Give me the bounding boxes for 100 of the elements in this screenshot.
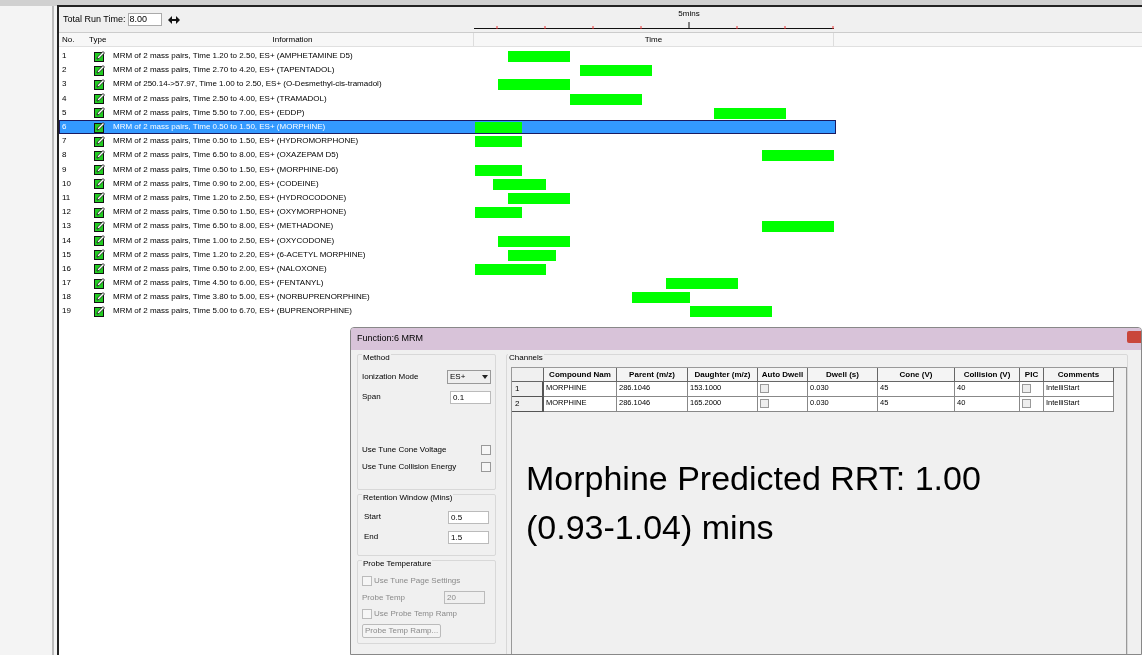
row-number: 12 <box>61 206 72 219</box>
column-header[interactable]: Compound Nam <box>544 368 617 382</box>
row-number: 18 <box>61 291 72 304</box>
column-header[interactable]: Type <box>87 33 112 46</box>
function-row[interactable]: 13 MRM of 2 mass pairs, Time 6.50 to 8.00, ES+ (METHADONE) <box>59 219 836 234</box>
edit-icon <box>94 78 105 90</box>
function-row[interactable]: 15 MRM of 2 mass pairs, Time 1.20 to 2.20, ES+ (6-ACETYL MORPHINE) <box>59 247 836 262</box>
function-row[interactable]: 9 MRM of 2 mass pairs, Time 0.50 to 1.50, ES+ (MORPHINE-D6) <box>59 162 836 177</box>
column-header[interactable]: Time <box>474 33 834 46</box>
dropdown-arrow-icon <box>482 375 488 379</box>
function-row[interactable]: 7 MRM of 2 mass pairs, Time 0.50 to 1.50, ES+ (HYDROMORPHONE) <box>59 134 836 149</box>
function-row[interactable]: 11 MRM of 2 mass pairs, Time 1.20 to 2.50, ES+ (HYDROCODONE) <box>59 190 836 206</box>
input-field[interactable]: 1.5 <box>448 530 489 544</box>
function-row[interactable]: 17 MRM of 2 mass pairs, Time 4.50 to 6.00, ES+ (FENTANYL) <box>59 276 836 291</box>
function-info: MRM of 250.14->57.97, Time 1.00 to 2.50, ES+ (O-Desmethyl-cis-tramadol) <box>113 78 383 91</box>
edit-icon <box>94 192 105 204</box>
run-time-label: Total Run Time: <box>63 12 126 26</box>
function-row[interactable]: 14 MRM of 2 mass pairs, Time 1.00 to 2.50, ES+ (OXYCODONE) <box>59 233 836 248</box>
function-row[interactable]: 16 MRM of 2 mass pairs, Time 0.50 to 2.00, ES+ (NALOXONE) <box>59 261 836 276</box>
column-header[interactable]: Cone (V) <box>878 368 955 382</box>
function-row[interactable]: 4 MRM of 2 mass pairs, Time 2.50 to 4.00, ES+ (TRAMADOL) <box>59 91 836 106</box>
input-field[interactable]: 0.5 <box>448 510 489 524</box>
edit-icon <box>94 50 105 62</box>
function-info: MRM of 2 mass pairs, Time 1.20 to 2.20, ES+ (6-ACETYL MORPHINE) <box>113 248 367 261</box>
group-label: Probe Temperature <box>362 558 433 570</box>
function-info: MRM of 2 mass pairs, Time 0.50 to 1.50, ES+ (OXYMORPHONE) <box>113 206 348 219</box>
function-info: MRM of 2 mass pairs, Time 3.80 to 5.00, ES+ (NORBUPRENORPHINE) <box>113 291 371 304</box>
field-label: Probe Temp <box>362 591 405 604</box>
function-row[interactable]: 12 MRM of 2 mass pairs, Time 0.50 to 1.50, ES+ (OXYMORPHONE) <box>59 205 836 220</box>
time-bar <box>666 278 738 290</box>
time-bar <box>493 178 546 190</box>
function-row[interactable]: 5 MRM of 2 mass pairs, Time 5.50 to 7.00, ES+ (EDDP) <box>59 105 836 120</box>
function-info: MRM of 2 mass pairs, Time 6.50 to 8.00, ES+ (METHADONE) <box>113 220 335 233</box>
time-bar <box>507 51 570 63</box>
function-info: MRM of 2 mass pairs, Time 0.50 to 1.50, ES+ (HYDROMORPHONE) <box>113 135 360 148</box>
overlay-note: Morphine Predicted RRT: 1.00 (0.93-1.04) mins <box>526 458 982 548</box>
function-info: MRM of 2 mass pairs, Time 1.20 to 2.50, ES+ (HYDROCODONE) <box>113 191 348 204</box>
row-header[interactable]: 1 <box>512 382 544 397</box>
checkbox[interactable] <box>481 444 491 455</box>
input-field[interactable]: 0.1 <box>450 390 491 404</box>
row-number: 7 <box>61 135 68 148</box>
column-header[interactable]: PIC <box>1020 368 1044 382</box>
group-label: Retention Window (Mins) <box>362 492 454 504</box>
column-header[interactable]: Collision (V) <box>955 368 1020 382</box>
checkbox[interactable] <box>1022 384 1031 393</box>
row-number: 1 <box>61 50 68 63</box>
row-number: 14 <box>61 234 72 247</box>
time-bar <box>498 79 570 91</box>
function-info: MRM of 2 mass pairs, Time 2.70 to 4.20, ES+ (TAPENTADOL) <box>113 64 336 77</box>
edit-icon <box>94 164 105 176</box>
function-row[interactable]: 8 MRM of 2 mass pairs, Time 6.50 to 8.00, ES+ (OXAZEPAM D5) <box>59 148 836 163</box>
edit-icon <box>94 206 105 218</box>
checkbox-label: Use Tune Collision Energy <box>362 460 457 473</box>
column-header[interactable]: Comments <box>1044 368 1114 382</box>
time-bar <box>475 164 522 176</box>
row-number: 4 <box>61 92 68 105</box>
function-info: MRM of 2 mass pairs, Time 5.50 to 7.00, ES+ (EDDP) <box>113 106 306 119</box>
function-row[interactable]: 2 MRM of 2 mass pairs, Time 2.70 to 4.20, ES+ (TAPENTADOL) <box>59 63 836 78</box>
function-row[interactable]: 10 MRM of 2 mass pairs, Time 0.90 to 2.00, ES+ (CODEINE) <box>59 176 836 191</box>
column-header[interactable]: Daughter (m/z) <box>688 368 758 382</box>
function-info: MRM of 2 mass pairs, Time 0.50 to 1.50, ES+ (MORPHINE) <box>113 121 327 134</box>
column-header[interactable]: No. <box>59 33 87 46</box>
edit-icon <box>94 107 105 119</box>
function-info: MRM of 2 mass pairs, Time 0.50 to 1.50, ES+ (MORPHINE-D6) <box>113 163 340 176</box>
time-bar <box>570 93 642 105</box>
function-row[interactable]: 19 MRM of 2 mass pairs, Time 5.00 to 6.70, ES+ (BUPRENORPHINE) <box>59 304 836 319</box>
row-number: 5 <box>61 106 68 119</box>
function-row[interactable]: 1 MRM of 2 mass pairs, Time 1.20 to 2.50, ES+ (AMPHETAMINE D5) <box>59 49 836 64</box>
row-header[interactable]: 2 <box>512 397 544 412</box>
function-row[interactable]: 18 MRM of 2 mass pairs, Time 3.80 to 5.00, ES+ (NORBUPRENORPHINE) <box>59 290 836 305</box>
checkbox[interactable] <box>760 399 769 408</box>
checkbox[interactable] <box>1022 399 1031 408</box>
row-number: 11 <box>61 191 72 204</box>
function-info: MRM of 2 mass pairs, Time 1.00 to 2.50, ES+ (OXYCODONE) <box>113 234 336 247</box>
edit-icon <box>94 121 105 133</box>
tick-label: 5mins <box>678 9 700 18</box>
dropdown[interactable]: ES+ <box>447 370 491 384</box>
row-number: 6 <box>61 121 68 134</box>
column-header[interactable]: Parent (m/z) <box>617 368 688 382</box>
row-number: 15 <box>61 248 72 261</box>
row-number: 8 <box>61 149 68 162</box>
column-header[interactable]: Dwell (s) <box>808 368 878 382</box>
time-bar <box>507 249 556 261</box>
checkbox[interactable] <box>481 461 491 472</box>
expand-arrows-icon[interactable] <box>167 15 180 24</box>
time-bar <box>475 207 522 219</box>
time-bar <box>475 263 546 275</box>
column-header[interactable]: Auto Dwell <box>758 368 808 382</box>
time-bar <box>632 292 690 304</box>
edit-icon <box>94 235 105 247</box>
function-row[interactable]: 3 MRM of 250.14->57.97, Time 1.00 to 2.50, ES+ (O-Desmethyl-cis-tramadol) <box>59 77 836 92</box>
row-number: 13 <box>61 220 72 233</box>
row-number: 3 <box>61 78 68 91</box>
table-corner[interactable] <box>512 368 544 382</box>
run-time-field[interactable]: 8.00 <box>127 13 162 26</box>
edit-icon <box>94 249 105 261</box>
function-info: MRM of 2 mass pairs, Time 4.50 to 6.00, ES+ (FENTANYL) <box>113 277 325 290</box>
edit-icon <box>94 93 105 105</box>
checkbox[interactable] <box>760 384 769 393</box>
column-header[interactable]: Information <box>112 33 474 46</box>
